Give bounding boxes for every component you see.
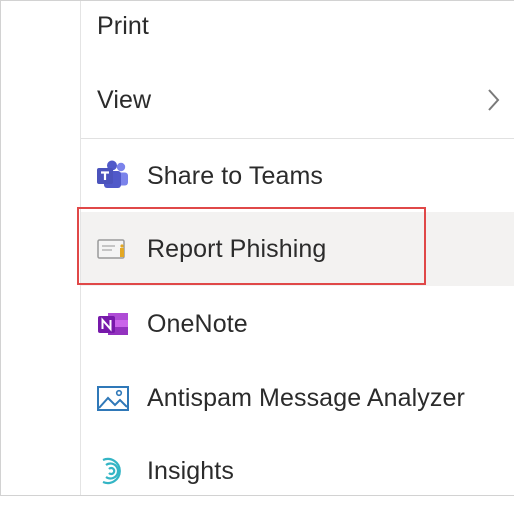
image-icon (97, 386, 129, 411)
menu-item-view[interactable]: View (81, 63, 514, 137)
menu-item-insights[interactable]: Insights (81, 434, 514, 508)
menu-item-report-phishing-label: Report Phishing (147, 234, 327, 263)
menu-item-view-label: View (97, 85, 152, 114)
menu-item-insights-label: Insights (147, 456, 234, 485)
menu-item-antispam-message-analyzer[interactable]: Antispam Message Analyzer (81, 361, 514, 435)
menu-item-report-phishing[interactable]: Report Phishing (81, 212, 514, 286)
menu-item-print-label: Print (97, 11, 149, 40)
menu-item-onenote[interactable]: OneNote (81, 287, 514, 361)
app-frame: Print View Share to Teams Report Phishin… (0, 0, 514, 496)
menu-item-share-to-teams-label: Share to Teams (147, 161, 324, 190)
menu-item-print[interactable]: Print (81, 0, 514, 63)
onenote-icon (98, 313, 128, 335)
menu-item-share-to-teams[interactable]: Share to Teams (81, 139, 514, 213)
context-menu: Print View Share to Teams Report Phishin… (80, 1, 514, 495)
insights-icon (102, 457, 121, 485)
teams-icon (97, 160, 128, 188)
menu-item-onenote-label: OneNote (147, 309, 248, 338)
menu-item-antispam-message-analyzer-label: Antispam Message Analyzer (147, 383, 465, 412)
chevron-right-icon (488, 89, 500, 111)
report-phishing-icon (97, 239, 125, 259)
